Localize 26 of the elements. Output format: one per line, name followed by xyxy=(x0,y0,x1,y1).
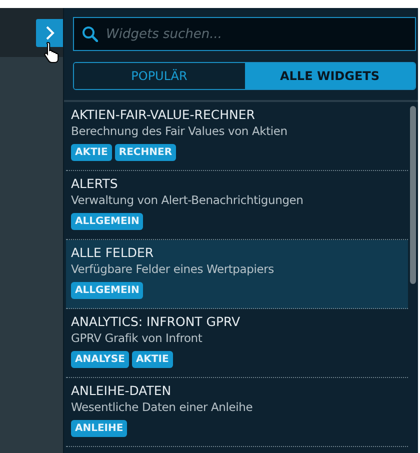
widget-description: GPRV Grafik von Infront xyxy=(71,330,204,346)
widget-description: Berechnung des Fair Values von Aktien xyxy=(71,123,288,139)
search-field[interactable]: Widgets suchen... xyxy=(73,17,416,51)
widget-item[interactable]: ANALYTICS: INFRONT GPRV GPRV Grafik von Infront ANALYSE AKTIE xyxy=(66,309,408,378)
widget-item[interactable]: AKTIEN-FAIR-VALUE-RECHNER Berechnung des Fair Values von Aktien AKTIE RECHNER xyxy=(66,102,408,171)
widget-title: ALERTS xyxy=(71,175,119,192)
chevron-right-icon xyxy=(44,25,54,41)
widget-title: AKTIEN-FAIR-VALUE-RECHNER xyxy=(71,106,256,123)
tag: ALLGEMEIN xyxy=(71,213,144,230)
tag: AKTIE xyxy=(71,144,112,161)
tag: ANLEIHE xyxy=(71,420,128,437)
expand-button[interactable] xyxy=(36,19,63,47)
widget-description: Wesentliche Daten einer Anleihe xyxy=(71,399,254,415)
tab[interactable]: ALLE WIDGETS xyxy=(244,63,415,89)
tag: AKTIE xyxy=(132,351,173,368)
tag: RECHNER xyxy=(114,144,176,161)
widget-item[interactable]: ANLEIHE-DATEN Wesentliche Daten einer Anleihe ANLEIHE xyxy=(66,378,408,447)
tag: ANALYSE xyxy=(71,351,129,368)
widget-title: ALLE FELDER xyxy=(71,244,155,261)
widget-title: ANLEIHE-DATEN xyxy=(71,382,172,399)
widget-description: Verwaltung von Alert-Benachrichtigungen xyxy=(71,192,304,208)
tag: ALLGEMEIN xyxy=(71,282,144,299)
widget-title: ANALYTICS: INFRONT GPRV xyxy=(71,313,242,330)
widget-description: Verfügbare Felder eines Wertpapiers xyxy=(71,261,275,277)
hand-cursor-icon xyxy=(43,41,61,63)
widget-item[interactable]: ALLE FELDER Verfügbare Felder eines Wertpapiers ALLGEMEIN xyxy=(66,240,408,309)
